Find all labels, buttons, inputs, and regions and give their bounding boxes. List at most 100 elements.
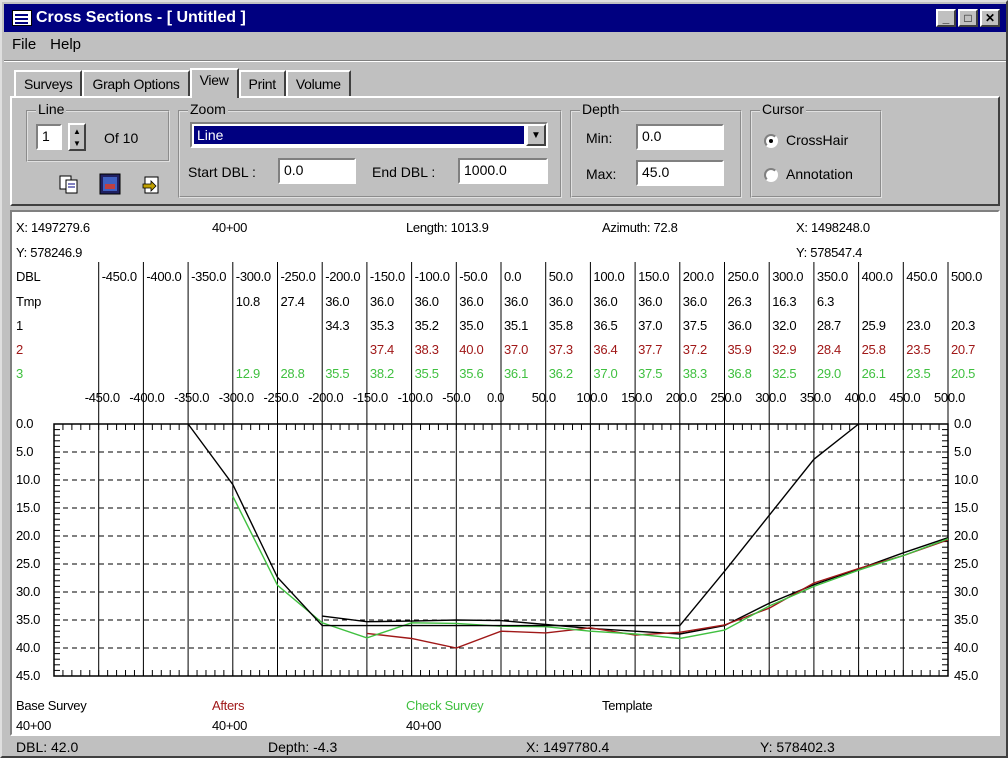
table-cell-s1: 35.3 bbox=[369, 318, 394, 333]
table-cell-s2: 38.3 bbox=[414, 342, 439, 357]
chevron-down-icon[interactable]: ▼ bbox=[526, 124, 546, 146]
table-cell-s2: 32.9 bbox=[772, 342, 797, 357]
depth-min-input[interactable]: 0.0 bbox=[636, 124, 724, 150]
zoom-group-label: Zoom bbox=[188, 101, 228, 117]
row-label-survey-1: 1 bbox=[16, 318, 23, 333]
table-cell-s1: 34.3 bbox=[325, 318, 350, 333]
row-label-survey-2: 2 bbox=[16, 342, 23, 357]
y-axis-tick-label: 5.0 bbox=[954, 444, 972, 459]
table-cell-tmp: 36.0 bbox=[459, 294, 484, 309]
table-cell-s1: 36.0 bbox=[727, 318, 752, 333]
y-axis-tick-label: 35.0 bbox=[16, 612, 41, 627]
table-cell-s2: 37.7 bbox=[638, 342, 663, 357]
table-cell-s1: 35.2 bbox=[414, 318, 439, 333]
table-cell-dbl: 250.0 bbox=[727, 269, 759, 284]
row-label-survey-3: 3 bbox=[16, 366, 23, 381]
menu-file[interactable]: File bbox=[12, 36, 36, 58]
table-cell-dbl: 350.0 bbox=[816, 269, 848, 284]
table-cell-dbl: -400.0 bbox=[146, 269, 182, 284]
table-cell-tmp: 36.0 bbox=[414, 294, 439, 309]
export-icon[interactable] bbox=[140, 174, 164, 196]
annotation-radio[interactable] bbox=[764, 168, 778, 182]
status-x: X: 1497780.4 bbox=[526, 739, 610, 755]
crosshair-label[interactable]: CrossHair bbox=[786, 132, 848, 148]
image-icon[interactable] bbox=[98, 172, 122, 195]
legend-afters: Afters bbox=[212, 698, 245, 713]
tab-print[interactable]: Print bbox=[238, 70, 286, 96]
x-axis-tick-label: -100.0 bbox=[397, 390, 433, 405]
table-cell-tmp: 27.4 bbox=[280, 294, 305, 309]
tab-volume[interactable]: Volume bbox=[285, 70, 351, 96]
table-cell-s1: 35.1 bbox=[504, 318, 529, 333]
table-cell-dbl: -150.0 bbox=[369, 269, 405, 284]
table-cell-dbl: 450.0 bbox=[906, 269, 938, 284]
table-cell-s2: 35.9 bbox=[727, 342, 752, 357]
spin-down-icon[interactable]: ▼ bbox=[73, 139, 81, 148]
table-cell-tmp: 36.0 bbox=[504, 294, 529, 309]
table-cell-s2: 36.4 bbox=[593, 342, 618, 357]
line-count-label: Of 10 bbox=[104, 130, 139, 146]
table-cell-s3: 37.5 bbox=[638, 366, 663, 381]
minimize-button[interactable]: _ bbox=[936, 9, 956, 27]
x-axis-tick-label: 400.0 bbox=[844, 390, 876, 405]
table-cell-s2: 28.4 bbox=[816, 342, 841, 357]
x-axis-tick-label: 50.0 bbox=[531, 390, 556, 405]
graph-canvas bbox=[53, 262, 949, 677]
tab-surveys[interactable]: Surveys bbox=[14, 70, 83, 96]
table-cell-s1: 35.0 bbox=[459, 318, 484, 333]
title-bar[interactable]: Cross Sections - [ Untitled ] _ □ ✕ bbox=[4, 4, 1006, 32]
annotation-label[interactable]: Annotation bbox=[786, 166, 853, 182]
end-x-coordinate: X: 1498248.0 bbox=[796, 220, 870, 235]
table-cell-dbl: 50.0 bbox=[548, 269, 573, 284]
maximize-button[interactable]: □ bbox=[958, 9, 978, 27]
table-cell-tmp: 16.3 bbox=[772, 294, 797, 309]
table-cell-s3: 29.0 bbox=[816, 366, 841, 381]
y-axis-tick-label: 35.0 bbox=[954, 612, 979, 627]
line-number-input[interactable]: 1 bbox=[36, 124, 62, 150]
table-cell-s2: 37.2 bbox=[682, 342, 707, 357]
depth-group: Depth Min: 0.0 Max: 45.0 bbox=[570, 101, 742, 198]
table-cell-dbl: 200.0 bbox=[682, 269, 714, 284]
tab-strip: Surveys Graph Options View Print Volume bbox=[14, 68, 351, 98]
cross-section-graph[interactable]: X: 1497279.6 Y: 578246.9 40+00 Length: 1… bbox=[10, 210, 1000, 736]
spin-up-icon[interactable]: ▲ bbox=[73, 127, 81, 136]
menu-help[interactable]: Help bbox=[50, 36, 81, 58]
end-y-coordinate: Y: 578547.4 bbox=[796, 245, 863, 260]
start-dbl-input[interactable]: 0.0 bbox=[278, 158, 356, 184]
tab-view[interactable]: View bbox=[189, 68, 239, 98]
window-title: Cross Sections - [ Untitled ] bbox=[36, 9, 246, 26]
legend-base-station: 40+00 bbox=[16, 718, 52, 733]
table-cell-dbl: 0.0 bbox=[504, 269, 522, 284]
y-axis-tick-label: 15.0 bbox=[16, 500, 41, 515]
copy-icon[interactable] bbox=[58, 174, 82, 196]
table-cell-tmp: 36.0 bbox=[325, 294, 350, 309]
table-cell-s3: 12.9 bbox=[235, 366, 260, 381]
end-dbl-input[interactable]: 1000.0 bbox=[458, 158, 548, 184]
zoom-select[interactable]: Line ▼ bbox=[190, 122, 548, 148]
cursor-group-label: Cursor bbox=[760, 101, 807, 117]
crosshair-radio[interactable] bbox=[764, 134, 778, 148]
y-axis-tick-label: 45.0 bbox=[16, 668, 41, 683]
table-cell-dbl: 300.0 bbox=[772, 269, 804, 284]
series-afters bbox=[366, 539, 949, 649]
table-cell-dbl: 150.0 bbox=[638, 269, 670, 284]
y-axis-tick-label: 20.0 bbox=[16, 528, 41, 543]
y-axis-tick-label: 15.0 bbox=[954, 500, 979, 515]
table-cell-dbl: -250.0 bbox=[280, 269, 316, 284]
table-cell-s3: 35.5 bbox=[325, 366, 350, 381]
close-button[interactable]: ✕ bbox=[980, 9, 1000, 27]
table-cell-dbl: -100.0 bbox=[414, 269, 450, 284]
table-cell-tmp: 10.8 bbox=[235, 294, 260, 309]
table-cell-tmp: 6.3 bbox=[816, 294, 835, 309]
line-spinner[interactable]: ▲ ▼ bbox=[68, 123, 86, 151]
menu-divider bbox=[4, 60, 1006, 62]
table-cell-dbl: -50.0 bbox=[459, 269, 488, 284]
table-cell-s2: 25.8 bbox=[861, 342, 886, 357]
y-axis-tick-label: 40.0 bbox=[16, 640, 41, 655]
menu-bar: File Help bbox=[12, 36, 95, 58]
table-cell-s1: 35.8 bbox=[548, 318, 573, 333]
depth-max-input[interactable]: 45.0 bbox=[636, 160, 724, 186]
depth-group-label: Depth bbox=[580, 101, 622, 117]
tab-graph-options[interactable]: Graph Options bbox=[82, 70, 190, 96]
end-dbl-label: End DBL : bbox=[372, 164, 436, 180]
